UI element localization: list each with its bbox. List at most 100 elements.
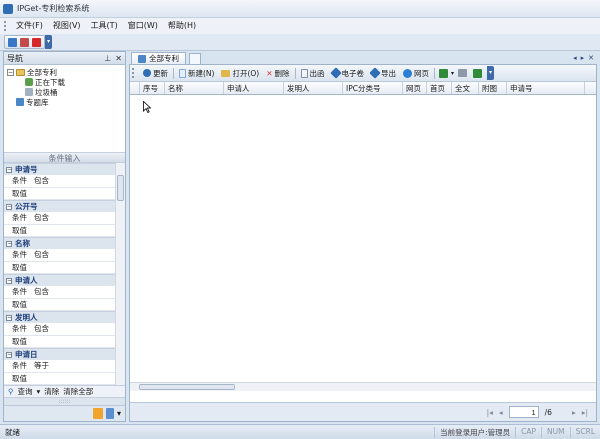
row-value[interactable]: 等于: [30, 360, 116, 372]
conditions-scrollbar[interactable]: [115, 163, 125, 385]
tab-scroll-left-icon[interactable]: ◂: [573, 52, 577, 64]
search-icon[interactable]: ⚲: [8, 387, 14, 396]
pin-icon[interactable]: ⊥: [104, 54, 111, 63]
column-header[interactable]: IPC分类号: [343, 82, 403, 94]
scroll-thumb[interactable]: [117, 175, 124, 201]
next-page-icon[interactable]: ▸: [572, 408, 576, 417]
column-header[interactable]: 名称: [165, 82, 224, 94]
web-button[interactable]: 网页: [400, 68, 432, 79]
excel-icon[interactable]: [439, 69, 448, 78]
collapse-icon[interactable]: −: [6, 167, 12, 173]
letter-button[interactable]: 出函: [298, 68, 328, 79]
toolbar-grip-icon[interactable]: [132, 68, 135, 78]
value-row[interactable]: 取值: [4, 262, 116, 275]
tree-item-library[interactable]: 专题库: [7, 97, 122, 107]
collapse-icon[interactable]: −: [6, 204, 12, 210]
tab-scroll-right-icon[interactable]: ▸: [581, 52, 585, 64]
group-header[interactable]: −公开号: [4, 200, 116, 212]
row-value[interactable]: [30, 188, 116, 200]
clear-all-button[interactable]: 清除全部: [63, 386, 93, 397]
results-grid[interactable]: [130, 95, 596, 391]
condition-row[interactable]: 条件等于: [4, 360, 116, 373]
search-dropdown-icon[interactable]: ▾: [37, 387, 41, 396]
ebook-button[interactable]: 电子卷: [329, 68, 368, 79]
condition-row[interactable]: 条件包含: [4, 323, 116, 336]
value-row[interactable]: 取值: [4, 188, 116, 201]
value-row[interactable]: 取值: [4, 225, 116, 238]
menu-tools[interactable]: 工具(T): [86, 18, 123, 34]
tree-item-downloading[interactable]: 正在下载: [7, 77, 122, 87]
row-value[interactable]: 包含: [30, 175, 116, 187]
collapse-icon[interactable]: −: [6, 241, 12, 247]
export-button[interactable]: 导出: [368, 68, 399, 79]
row-value[interactable]: [30, 336, 116, 348]
menu-grip-icon[interactable]: [4, 21, 7, 31]
group-header[interactable]: −申请日: [4, 348, 116, 360]
collapse-icon[interactable]: −: [6, 352, 12, 358]
page-number-input[interactable]: [509, 406, 539, 418]
menu-window[interactable]: 窗口(W): [123, 18, 163, 34]
collapse-icon[interactable]: −: [7, 69, 14, 76]
connect-icon[interactable]: [8, 38, 17, 47]
refresh-button[interactable]: 更新: [140, 68, 171, 79]
row-value[interactable]: [30, 262, 116, 274]
group-header[interactable]: −发明人: [4, 311, 116, 323]
collapse-icon[interactable]: −: [6, 278, 12, 284]
menu-help[interactable]: 帮助(H): [163, 18, 201, 34]
tree-item-all-patents[interactable]: − 全部专利: [7, 67, 122, 77]
last-page-icon[interactable]: ▸|: [582, 408, 588, 417]
column-header[interactable]: 网页: [403, 82, 427, 94]
first-page-icon[interactable]: |◂: [487, 408, 493, 417]
sync-icon[interactable]: [473, 69, 482, 78]
column-header[interactable]: 申请人: [224, 82, 284, 94]
condition-row[interactable]: 条件包含: [4, 249, 116, 262]
excel-dropdown-icon[interactable]: ▾: [451, 70, 454, 77]
column-header[interactable]: 首页: [427, 82, 452, 94]
scroll-thumb[interactable]: [139, 384, 235, 390]
row-value[interactable]: 包含: [30, 323, 116, 335]
new-tab-button[interactable]: [189, 53, 201, 64]
toolbar-overflow-icon[interactable]: ▾: [45, 35, 52, 49]
row-value[interactable]: [30, 225, 116, 237]
toolbar-overflow-icon[interactable]: ▾: [487, 66, 494, 80]
row-value[interactable]: 包含: [30, 212, 116, 224]
tree-item-trash[interactable]: 垃圾桶: [7, 87, 122, 97]
clear-button[interactable]: 清除: [44, 386, 59, 397]
column-header[interactable]: 附图: [479, 82, 507, 94]
tab-all-patents[interactable]: 全部专利: [131, 52, 186, 64]
row-value[interactable]: 包含: [30, 249, 116, 261]
menu-file[interactable]: 文件(F): [11, 18, 48, 34]
column-header[interactable]: 申请号: [507, 82, 585, 94]
row-value[interactable]: 包含: [30, 286, 116, 298]
column-header[interactable]: 序号: [140, 82, 165, 94]
prev-page-icon[interactable]: ◂: [499, 408, 503, 417]
group-header[interactable]: −名称: [4, 237, 116, 249]
group-header[interactable]: −申请人: [4, 274, 116, 286]
users-icon[interactable]: [20, 38, 29, 47]
grid-horizontal-scrollbar[interactable]: [130, 382, 596, 391]
column-header[interactable]: 全文: [452, 82, 479, 94]
print-icon[interactable]: [458, 69, 467, 77]
delete-button[interactable]: ✕删除: [263, 68, 292, 79]
condition-row[interactable]: 条件包含: [4, 286, 116, 299]
footer-dropdown-icon[interactable]: ▾: [117, 409, 121, 418]
row-value[interactable]: [30, 299, 116, 311]
book-icon[interactable]: [93, 408, 103, 419]
condition-row[interactable]: 条件包含: [4, 212, 116, 225]
new-button[interactable]: 新建(N): [176, 68, 217, 79]
condition-row[interactable]: 条件包含: [4, 175, 116, 188]
group-header[interactable]: −申请号: [4, 163, 116, 175]
row-value[interactable]: [30, 373, 116, 385]
menu-view[interactable]: 视图(V): [48, 18, 86, 34]
tab-close-icon[interactable]: ✕: [588, 52, 594, 64]
close-red-icon[interactable]: [32, 38, 41, 47]
panel-splitter[interactable]: ::::::: [4, 397, 125, 405]
column-header[interactable]: 发明人: [284, 82, 343, 94]
document-icon[interactable]: [106, 408, 114, 419]
search-button[interactable]: 查询: [18, 386, 33, 397]
value-row[interactable]: 取值: [4, 299, 116, 312]
collapse-icon[interactable]: −: [6, 315, 12, 321]
open-button[interactable]: 打开(O): [218, 68, 262, 79]
close-icon[interactable]: ✕: [115, 54, 122, 63]
value-row[interactable]: 取值: [4, 336, 116, 349]
